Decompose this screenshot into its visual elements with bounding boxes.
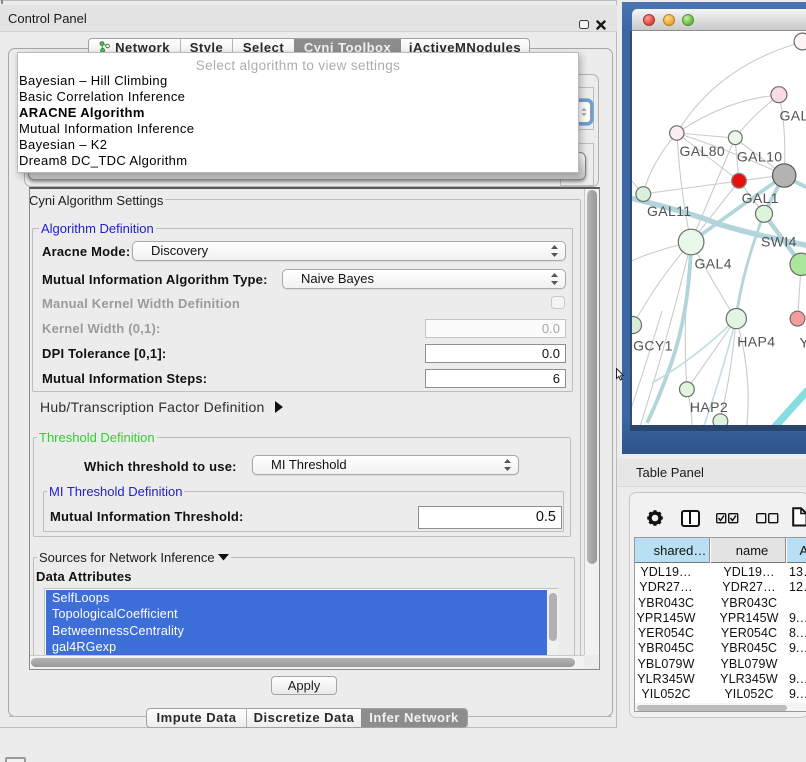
svg-text:HAP4: HAP4: [737, 333, 775, 349]
svg-text:GAL11: GAL11: [647, 203, 692, 219]
svg-text:GAL4: GAL4: [694, 255, 731, 271]
svg-text:GAL1: GAL1: [742, 190, 779, 206]
svg-text:GAL7: GAL7: [780, 107, 806, 123]
svg-text:SWI4: SWI4: [761, 233, 797, 249]
svg-text:GAL80: GAL80: [680, 143, 726, 159]
svg-text:HAP2: HAP2: [690, 399, 728, 415]
svg-text:YJ: YJ: [800, 335, 806, 351]
svg-text:GCY1: GCY1: [633, 338, 673, 354]
svg-text:GAL10: GAL10: [737, 148, 783, 164]
